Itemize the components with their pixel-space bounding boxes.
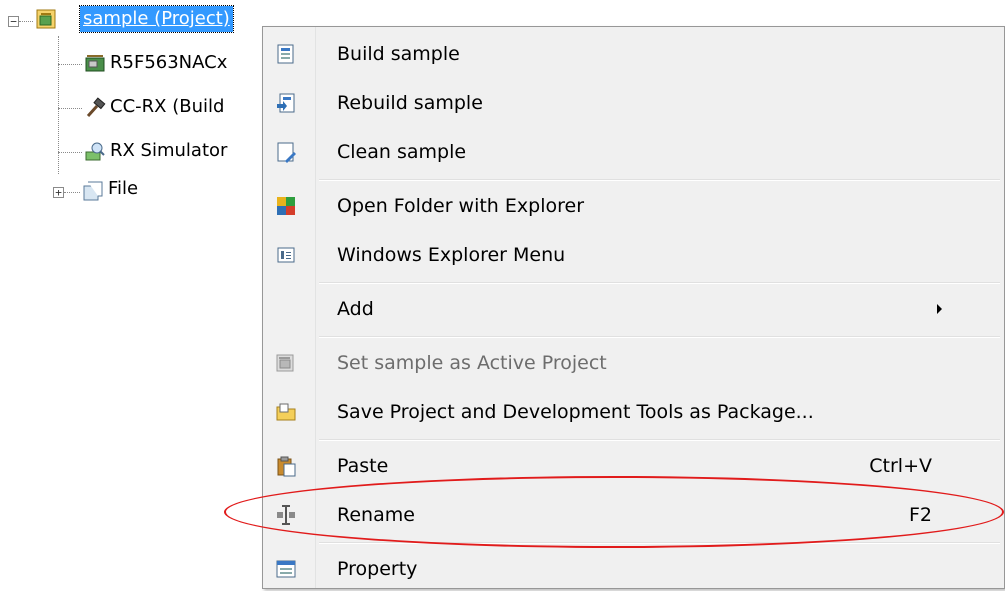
menu-separator [319,542,1000,544]
menu-item-explorer-menu[interactable]: Windows Explorer Menu [265,233,1002,277]
menu-item-label: Clean sample [337,141,467,163]
tree-item-file[interactable]: File [108,176,138,202]
rebuild-icon [277,93,295,113]
menu-item-set-active-project: Set sample as Active Project [265,341,1002,385]
menu-separator [319,439,1000,441]
menu-separator [319,336,1000,338]
menu-item-label: Add [337,298,374,320]
menu-item-open-folder[interactable]: Open Folder with Explorer [265,184,1002,228]
menu-item-clean[interactable]: Clean sample [265,130,1002,174]
chip-icon [85,55,105,72]
menu-item-label: Rebuild sample [337,92,483,114]
menu-item-shortcut: Ctrl+V [869,455,932,477]
collapse-toggle[interactable]: − [8,16,19,27]
tree-connector-line [58,36,59,174]
submenu-arrow-icon [937,304,942,314]
project-tree: − sample (Project) R5F563NACx CC-RX (Bui… [0,0,280,220]
tree-connector-line [58,108,82,109]
rename-icon [277,505,295,525]
menu-item-label: Windows Explorer Menu [337,244,566,266]
menu-item-label: Paste [337,455,389,477]
tree-connector-line [64,192,80,193]
project-root-label[interactable]: sample (Project) [79,5,234,33]
menu-item-label: Property [337,558,418,580]
menu-separator [319,179,1000,181]
explorer-folder-icon [277,197,295,215]
menu-item-shortcut: F2 [908,504,932,526]
menu-item-build[interactable]: Build sample [265,32,1002,76]
folder-file-icon [83,181,103,201]
menu-item-label: Save Project and Development Tools as Pa… [337,401,814,423]
tree-item-microcontroller[interactable]: R5F563NACx [110,50,227,76]
build-icon [277,44,294,64]
tree-connector-line [19,21,33,22]
context-menu: Build sample Rebuild sample Clean sample… [262,26,1005,589]
menu-item-rename[interactable]: Rename F2 [265,493,1002,537]
project-icon [36,9,56,29]
menu-item-save-package[interactable]: Save Project and Development Tools as Pa… [265,390,1002,434]
explorer-menu-icon [277,247,295,263]
debugger-icon [85,142,105,161]
hammer-icon [86,97,106,118]
menu-item-label: Build sample [337,43,460,65]
menu-item-label: Open Folder with Explorer [337,195,584,217]
tree-connector-line [58,64,82,65]
menu-item-add[interactable]: Add [265,287,1002,331]
menu-item-rebuild[interactable]: Rebuild sample [265,81,1002,125]
active-project-icon [276,354,294,372]
menu-item-paste[interactable]: Paste Ctrl+V [265,444,1002,488]
package-icon [276,403,296,421]
menu-item-label: Rename [337,504,415,526]
clean-icon [277,142,296,163]
tree-connector-line [58,152,82,153]
expand-toggle[interactable]: + [53,187,64,198]
paste-icon [277,456,296,477]
tree-item-build-tool[interactable]: CC-RX (Build [110,94,224,120]
menu-separator [319,282,1000,284]
menu-item-property[interactable]: Property [265,547,1002,591]
property-icon [276,560,296,578]
tree-item-debug-tool[interactable]: RX Simulator [110,138,227,164]
menu-item-label: Set sample as Active Project [337,352,607,374]
